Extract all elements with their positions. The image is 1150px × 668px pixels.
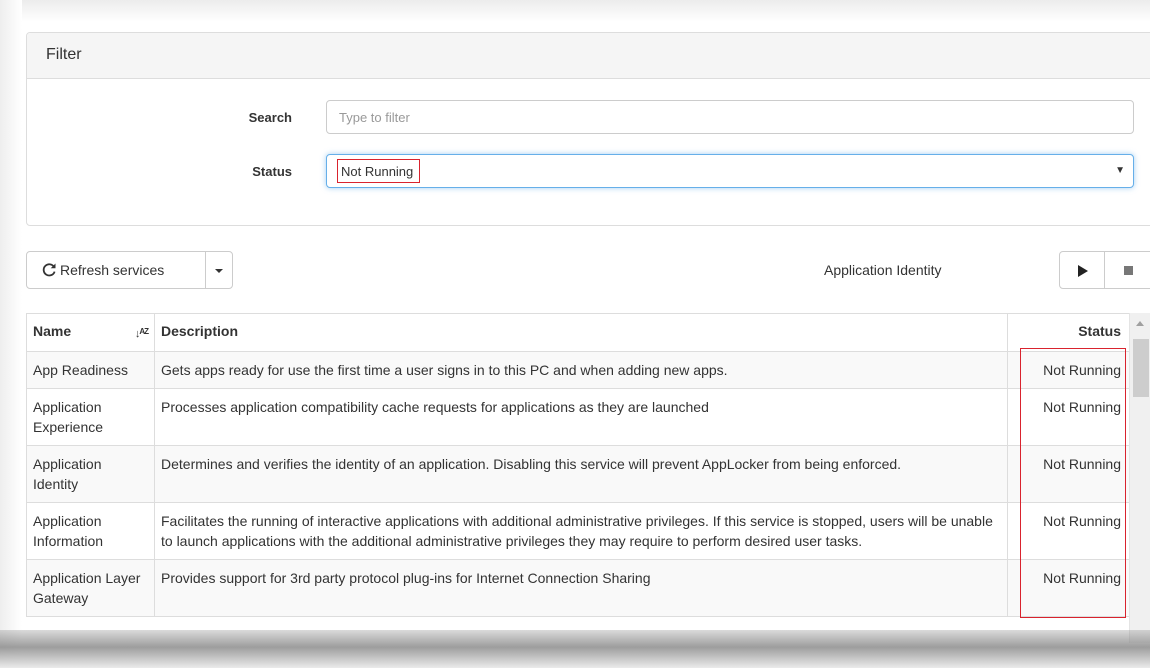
search-input[interactable] [326, 100, 1134, 134]
sort-alpha-icon[interactable]: ↓AZ [135, 322, 149, 344]
table-row[interactable]: Application Layer Gateway Provides suppo… [26, 559, 1129, 617]
column-header-name[interactable]: Name ↓AZ [26, 313, 155, 352]
left-shadow [0, 0, 22, 668]
service-description: Facilitates the running of interactive a… [154, 502, 1008, 560]
filter-panel: Filter Search Status Not Running ▼ [26, 32, 1150, 226]
refresh-services-label: Refresh services [60, 262, 165, 278]
service-status: Not Running [1007, 351, 1129, 389]
table-header-row: Name ↓AZ Description Status [26, 313, 1129, 352]
chevron-down-icon: ▼ [1115, 165, 1125, 176]
service-description: Processes application compatibility cach… [154, 388, 1008, 446]
column-header-description[interactable]: Description [154, 313, 1008, 352]
refresh-services-button[interactable]: Refresh services [26, 251, 206, 289]
services-app: Filter Search Status Not Running ▼ Refre… [0, 0, 1150, 668]
table-row[interactable]: App Readiness Gets apps ready for use th… [26, 351, 1129, 389]
caret-down-icon [215, 269, 223, 273]
column-header-status[interactable]: Status [1007, 313, 1129, 352]
service-name: Application Identity [26, 445, 155, 503]
service-name: Application Layer Gateway [26, 559, 155, 617]
column-header-name-label: Name [33, 323, 72, 339]
start-service-button[interactable] [1059, 251, 1105, 289]
service-status: Not Running [1007, 388, 1129, 446]
table-row[interactable]: Application Information Facilitates the … [26, 502, 1129, 560]
service-status: Not Running [1007, 445, 1129, 503]
play-icon [1078, 265, 1088, 277]
search-label: Search [248, 110, 292, 125]
service-description: Gets apps ready for use the first time a… [154, 351, 1008, 389]
refresh-options-dropdown-button[interactable] [205, 251, 233, 289]
scrollbar-thumb[interactable] [1133, 339, 1149, 397]
service-description: Provides support for 3rd party protocol … [154, 559, 1008, 617]
service-name: Application Information [26, 502, 155, 560]
bottom-shadow [0, 630, 1150, 668]
table-row[interactable]: Application Identity Determines and veri… [26, 445, 1129, 503]
selected-service-name: Application Identity [824, 262, 942, 278]
stop-icon [1124, 266, 1133, 275]
services-table: Name ↓AZ Description Status App Readines… [26, 313, 1129, 617]
filter-panel-title: Filter [27, 33, 1150, 79]
service-name: App Readiness [26, 351, 155, 389]
status-select-value: Not Running [337, 159, 421, 183]
status-label: Status [252, 164, 292, 179]
service-status: Not Running [1007, 559, 1129, 617]
refresh-icon [42, 263, 56, 277]
status-select[interactable]: Not Running ▼ [326, 154, 1134, 188]
table-scrollbar[interactable] [1129, 313, 1150, 643]
top-shadow [0, 0, 1150, 22]
table-row[interactable]: Application Experience Processes applica… [26, 388, 1129, 446]
service-name: Application Experience [26, 388, 155, 446]
service-description: Determines and verifies the identity of … [154, 445, 1008, 503]
scroll-up-arrow-icon[interactable] [1136, 321, 1144, 326]
services-table-container: Name ↓AZ Description Status App Readines… [26, 313, 1129, 643]
service-status: Not Running [1007, 502, 1129, 560]
stop-service-button[interactable] [1104, 251, 1150, 289]
